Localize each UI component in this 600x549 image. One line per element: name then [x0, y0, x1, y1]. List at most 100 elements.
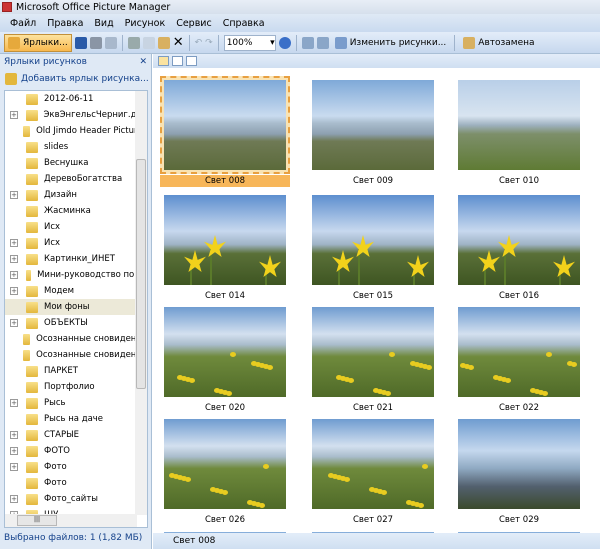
menu-file[interactable]: Файл: [10, 18, 36, 29]
toolbar-separator: [217, 34, 219, 51]
toolbar-separator: [295, 34, 297, 51]
folder-item[interactable]: slides: [5, 139, 147, 155]
thumbnail-image[interactable]: [458, 307, 580, 397]
thumbnail-image[interactable]: [458, 419, 580, 509]
folder-item[interactable]: + Исх: [5, 235, 147, 251]
thumbnail-image[interactable]: [164, 419, 286, 509]
folder-item[interactable]: Мои фоны: [5, 299, 147, 315]
thumbnail-image[interactable]: [312, 195, 434, 285]
paste-icon[interactable]: [157, 36, 170, 49]
horizontal-scrollbar[interactable]: |||: [5, 514, 137, 527]
expand-icon[interactable]: +: [10, 463, 18, 471]
menu-edit[interactable]: Правка: [47, 18, 83, 29]
folder-item[interactable]: + ОБЪЕКТЫ: [5, 315, 147, 331]
folder-item[interactable]: + Рысь: [5, 395, 147, 411]
undo-icon[interactable]: ↶: [195, 38, 203, 48]
folder-label: Мини-руководство по из: [37, 270, 147, 280]
folder-item[interactable]: Фото: [5, 475, 147, 491]
save-icon[interactable]: [74, 36, 87, 49]
menu-picture[interactable]: Рисунок: [125, 18, 166, 29]
expand-icon[interactable]: +: [10, 239, 18, 247]
thumbnail[interactable]: Свет 021: [308, 303, 438, 415]
autocorrect-button[interactable]: Автозамена: [460, 34, 537, 52]
shortcuts-button[interactable]: Ярлыки...: [4, 33, 72, 52]
thumbnail[interactable]: Свет 022: [454, 303, 584, 415]
single-view-icon[interactable]: [186, 56, 197, 66]
folder-item[interactable]: Осознанные сновидения: [5, 347, 147, 363]
folder-item[interactable]: 2012-06-11: [5, 91, 147, 107]
folder-item[interactable]: ДеревоБогатства: [5, 171, 147, 187]
expand-icon[interactable]: +: [10, 319, 18, 327]
thumbnail-image[interactable]: [458, 80, 580, 170]
thumbnail-image[interactable]: [312, 419, 434, 509]
filmstrip-view-icon[interactable]: [172, 56, 183, 66]
zoom-select[interactable]: 100% ▾: [223, 34, 276, 51]
scroll-thumb[interactable]: [136, 159, 146, 389]
expand-icon[interactable]: +: [10, 287, 18, 295]
folder-item[interactable]: Осознанные сновидения: [5, 331, 147, 347]
thumbnail-image[interactable]: [164, 195, 286, 285]
folder-item[interactable]: ПАРКЕТ: [5, 363, 147, 379]
folder-label: 2012-06-11: [44, 94, 94, 104]
expand-icon[interactable]: +: [10, 495, 18, 503]
thumbnail[interactable]: Свет 009: [308, 76, 438, 188]
expand-icon[interactable]: +: [10, 271, 18, 279]
expand-icon[interactable]: +: [10, 399, 18, 407]
folder-item[interactable]: Портфолио: [5, 379, 147, 395]
help-icon[interactable]: [278, 36, 291, 49]
folder-item[interactable]: Жасминка: [5, 203, 147, 219]
copy-icon[interactable]: [142, 36, 155, 49]
expand-icon[interactable]: +: [10, 111, 18, 119]
menu-help[interactable]: Справка: [223, 18, 265, 29]
thumbnail-image[interactable]: [164, 80, 286, 170]
thumbnail[interactable]: Свет 026: [160, 415, 290, 527]
thumbnail[interactable]: Свет 014: [160, 191, 290, 303]
thumbnail[interactable]: Свет 008: [160, 76, 290, 188]
folder-item[interactable]: + Модем: [5, 283, 147, 299]
folder-item[interactable]: + Фото: [5, 459, 147, 475]
menu-view[interactable]: Вид: [94, 18, 113, 29]
thumbnail[interactable]: Свет 016: [454, 191, 584, 303]
close-icon[interactable]: ✕: [139, 57, 147, 67]
thumbnail-image[interactable]: [458, 195, 580, 285]
thumbnail[interactable]: Свет 020: [160, 303, 290, 415]
folder-item[interactable]: Old Jimdo Header Pictures: [5, 123, 147, 139]
folder-item[interactable]: + Картинки_ИНЕТ: [5, 251, 147, 267]
menu-tools[interactable]: Сервис: [176, 18, 212, 29]
h-scroll-thumb[interactable]: |||: [17, 515, 57, 526]
folder-item[interactable]: + СТАРЫЕ: [5, 427, 147, 443]
expand-icon[interactable]: +: [10, 447, 18, 455]
thumbnail[interactable]: Свет 010: [454, 76, 584, 188]
thumbnail-image[interactable]: [312, 307, 434, 397]
folder-item[interactable]: + Мини-руководство по из: [5, 267, 147, 283]
folder-item[interactable]: + ЭквЭнгельсЧерниг.див: [5, 107, 147, 123]
rotate-left-icon[interactable]: [301, 36, 314, 49]
folder-item[interactable]: + Фото_сайты: [5, 491, 147, 507]
redo-icon[interactable]: ↷: [205, 38, 213, 48]
expand-icon[interactable]: +: [10, 431, 18, 439]
edit-pictures-button[interactable]: Изменить рисунки...: [332, 34, 450, 52]
thumbnail[interactable]: Свет 029: [454, 415, 584, 527]
app-icon: [2, 2, 12, 12]
folder-item[interactable]: + Дизайн: [5, 187, 147, 203]
expand-icon[interactable]: +: [10, 191, 18, 199]
thumbnail-caption: Свет 015: [352, 291, 394, 301]
print-icon[interactable]: [89, 36, 102, 49]
vertical-scrollbar[interactable]: [135, 91, 147, 515]
thumbnails-view-icon[interactable]: [158, 56, 169, 66]
thumbnail-image[interactable]: [312, 80, 434, 170]
folder-item[interactable]: Исх: [5, 219, 147, 235]
cut-icon[interactable]: [127, 36, 140, 49]
folder-item[interactable]: Веснушка: [5, 155, 147, 171]
folder-item[interactable]: + ФОТО: [5, 443, 147, 459]
delete-icon[interactable]: ✕: [173, 35, 184, 50]
thumbnail-image[interactable]: [164, 307, 286, 397]
folder-item[interactable]: Рысь на даче: [5, 411, 147, 427]
email-icon[interactable]: [104, 36, 117, 49]
thumbnail[interactable]: Свет 027: [308, 415, 438, 527]
expand-icon[interactable]: +: [10, 255, 18, 263]
add-shortcut-link[interactable]: Добавить ярлык рисунка...: [0, 70, 151, 88]
thumbnail[interactable]: Свет 015: [308, 191, 438, 303]
edit-picture-icon: [334, 36, 347, 49]
rotate-right-icon[interactable]: [316, 36, 329, 49]
